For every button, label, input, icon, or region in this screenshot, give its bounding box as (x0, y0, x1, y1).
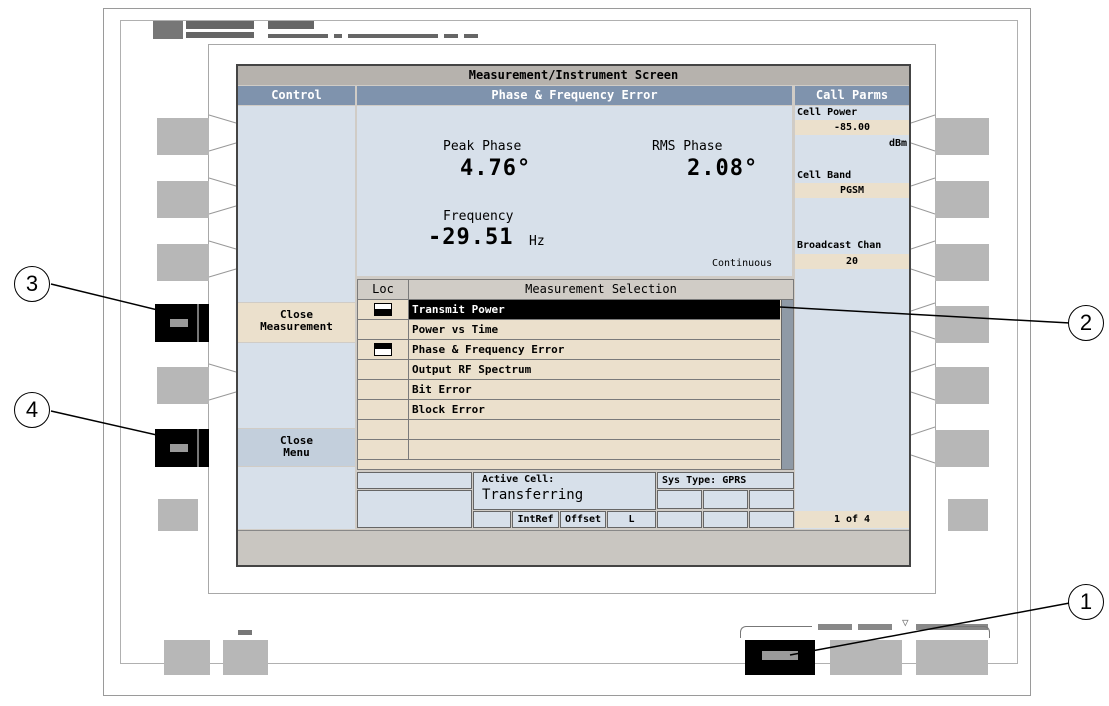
callout-4: 4 (14, 392, 50, 428)
callout-1: 1 (1068, 584, 1104, 620)
callout-3: 3 (14, 266, 50, 302)
callout-lines (50, 114, 1076, 656)
callout-2: 2 (1068, 305, 1104, 341)
